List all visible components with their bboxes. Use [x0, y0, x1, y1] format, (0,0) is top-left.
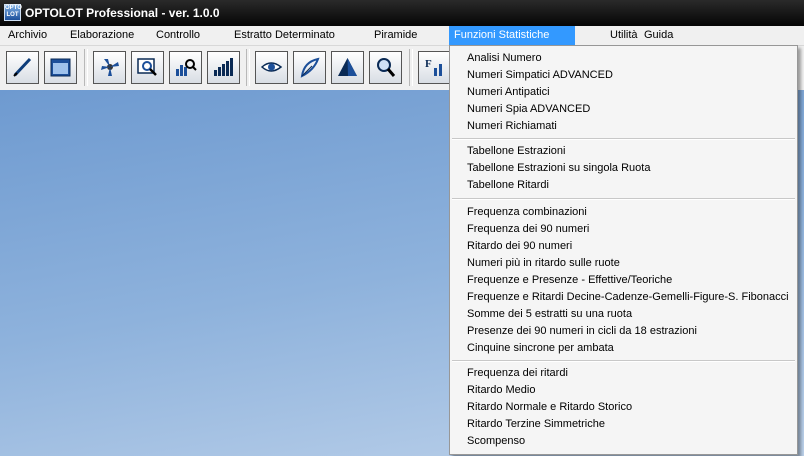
menu-option-frequenza-combinazioni[interactable]: Frequenza combinazioni: [467, 206, 587, 218]
window-button[interactable]: [44, 51, 77, 84]
menu-controllo[interactable]: Controllo: [151, 26, 205, 45]
magnifier-button[interactable]: [369, 51, 402, 84]
menu-option-ritardo-90-numeri[interactable]: Ritardo dei 90 numeri: [467, 240, 572, 252]
menu-option-numeri-antipatici[interactable]: Numeri Antipatici: [467, 86, 550, 98]
magnifier-icon: [377, 58, 396, 77]
bar-chart-icon: [214, 58, 233, 76]
image-search-button[interactable]: [131, 51, 164, 84]
menu-option-numeri-richiamati[interactable]: Numeri Richiamati: [467, 120, 557, 132]
menu-option-frequenze-ritardi-decine[interactable]: Frequenze e Ritardi Decine-Cadenze-Gemel…: [467, 291, 789, 303]
menu-option-tabellone-ritardi[interactable]: Tabellone Ritardi: [467, 179, 549, 191]
funzioni-statistiche-dropdown: Analisi Numero Numeri Simpatici ADVANCED…: [449, 45, 798, 455]
menu-option-ritardo-normale-storico[interactable]: Ritardo Normale e Ritardo Storico: [467, 401, 632, 413]
eye-button[interactable]: [255, 51, 288, 84]
menu-separator: [452, 138, 795, 140]
pyramid-icon: [338, 58, 357, 76]
menu-option-numeri-spia[interactable]: Numeri Spia ADVANCED: [467, 103, 590, 115]
frequency-chart-icon: F: [425, 58, 442, 76]
menu-separator: [452, 360, 795, 362]
menu-option-frequenza-90-numeri[interactable]: Frequenza dei 90 numeri: [467, 223, 589, 235]
pen-icon: [13, 57, 32, 77]
menu-option-frequenza-ritardi[interactable]: Frequenza dei ritardi: [467, 367, 568, 379]
menu-guida[interactable]: Guida: [639, 26, 678, 45]
window-icon: [50, 58, 71, 77]
menu-utilita[interactable]: Utilità: [605, 26, 643, 45]
menu-option-numeri-piu-in-ritardo[interactable]: Numeri più in ritardo sulle ruote: [467, 257, 620, 269]
menu-option-numeri-simpatici[interactable]: Numeri Simpatici ADVANCED: [467, 69, 613, 81]
toolbar-separator: [84, 49, 88, 86]
frequency-chart-button[interactable]: F: [418, 51, 451, 84]
menu-option-cinquine-sincrone[interactable]: Cinquine sincrone per ambata: [467, 342, 614, 354]
image-search-icon: [137, 58, 157, 76]
feather-icon: [300, 57, 320, 78]
fan-button[interactable]: [93, 51, 126, 84]
menu-archivio[interactable]: Archivio: [3, 26, 52, 45]
menu-option-presenze-cicli[interactable]: Presenze dei 90 numeri in cicli da 18 es…: [467, 325, 697, 337]
title-bar: OPTO LOT OPTOLOT Professional - ver. 1.0…: [0, 0, 804, 26]
pen-button[interactable]: [6, 51, 39, 84]
feather-button[interactable]: [293, 51, 326, 84]
menu-option-tabellone-estrazioni[interactable]: Tabellone Estrazioni: [467, 145, 565, 157]
toolbar-separator: [246, 49, 250, 86]
optolot-app-icon[interactable]: OPTO LOT: [4, 4, 22, 21]
menu-option-frequenze-presenze[interactable]: Frequenze e Presenze - Effettive/Teorich…: [467, 274, 672, 286]
menu-elaborazione[interactable]: Elaborazione: [65, 26, 139, 45]
frequency-label: F: [425, 58, 432, 70]
bar-chart-button[interactable]: [207, 51, 240, 84]
menu-option-ritardo-medio[interactable]: Ritardo Medio: [467, 384, 535, 396]
menu-estratto-determinato[interactable]: Estratto Determinato: [229, 26, 340, 45]
menu-separator: [452, 198, 795, 200]
fan-icon: [101, 59, 119, 76]
menu-option-ritardo-terzine[interactable]: Ritardo Terzine Simmetriche: [467, 418, 605, 430]
menu-option-somme-5-estratti[interactable]: Somme dei 5 estratti su una ruota: [467, 308, 632, 320]
pyramid-button[interactable]: [331, 51, 364, 84]
window-title: OPTOLOT Professional - ver. 1.0.0: [25, 6, 220, 20]
chart-search-icon: [176, 59, 197, 76]
menu-piramide[interactable]: Piramide: [369, 26, 422, 45]
menu-funzioni-statistiche[interactable]: Funzioni Statistiche: [449, 26, 575, 45]
menu-option-scompenso[interactable]: Scompenso: [467, 435, 525, 447]
chart-search-button[interactable]: [169, 51, 202, 84]
menu-bar: Archivio Elaborazione Controllo Estratto…: [0, 26, 804, 46]
toolbar-separator: [409, 49, 413, 86]
eye-icon: [260, 62, 283, 72]
menu-option-analisi-numero[interactable]: Analisi Numero: [467, 52, 542, 64]
menu-option-tabellone-singola-ruota[interactable]: Tabellone Estrazioni su singola Ruota: [467, 162, 650, 174]
